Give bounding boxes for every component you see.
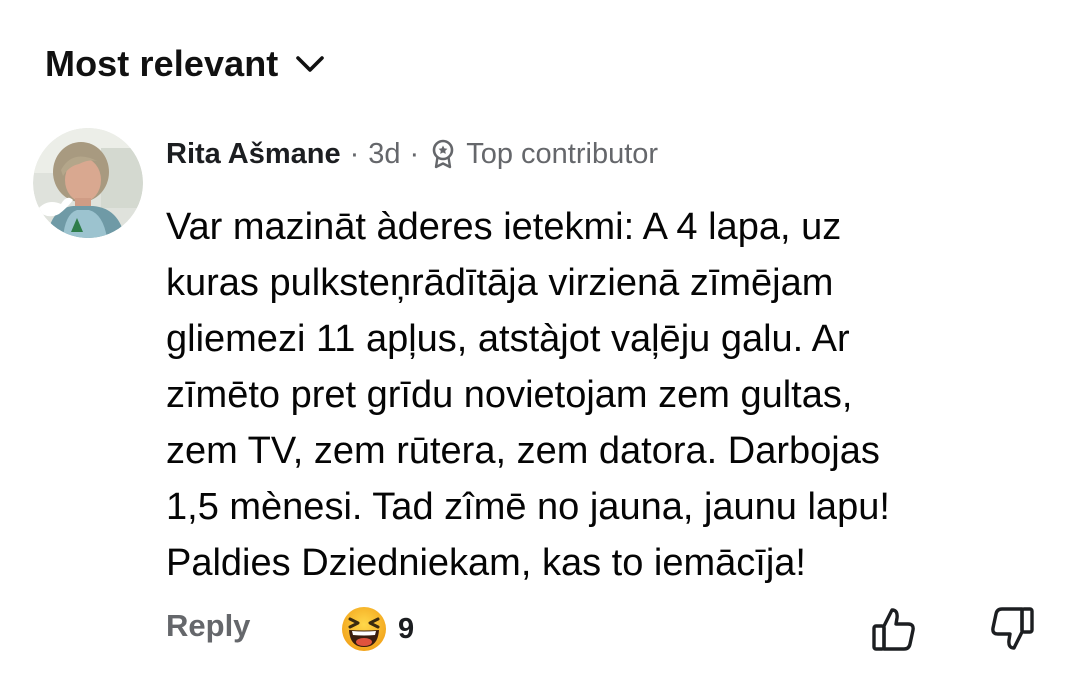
- thumbs-down-icon[interactable]: [988, 604, 1036, 654]
- avatar[interactable]: [33, 128, 143, 238]
- thumbs-up-icon[interactable]: [870, 604, 918, 654]
- top-contributor-label: Top contributor: [466, 137, 659, 170]
- chevron-down-icon: [294, 48, 326, 80]
- separator-dot: ·: [409, 137, 420, 170]
- comment-header: Rita Ašmane · 3d · Top contributor: [166, 134, 658, 174]
- reply-button[interactable]: Reply: [166, 608, 250, 644]
- sort-dropdown[interactable]: Most relevant: [45, 38, 326, 90]
- reaction-summary[interactable]: 9: [340, 604, 414, 654]
- laughing-emoji-icon: [340, 605, 388, 653]
- comment-text: Var mazināt àderes ietekmi: A 4 lapa, uz…: [166, 206, 890, 584]
- separator-dot: ·: [349, 137, 360, 170]
- comment-timestamp[interactable]: 3d: [368, 138, 400, 171]
- author-name[interactable]: Rita Ašmane: [166, 138, 341, 171]
- sort-label: Most relevant: [45, 43, 279, 84]
- reaction-count: 9: [398, 612, 415, 645]
- top-contributor-badge-icon: [428, 138, 458, 170]
- comment-actions: Reply 9: [0, 600, 1080, 660]
